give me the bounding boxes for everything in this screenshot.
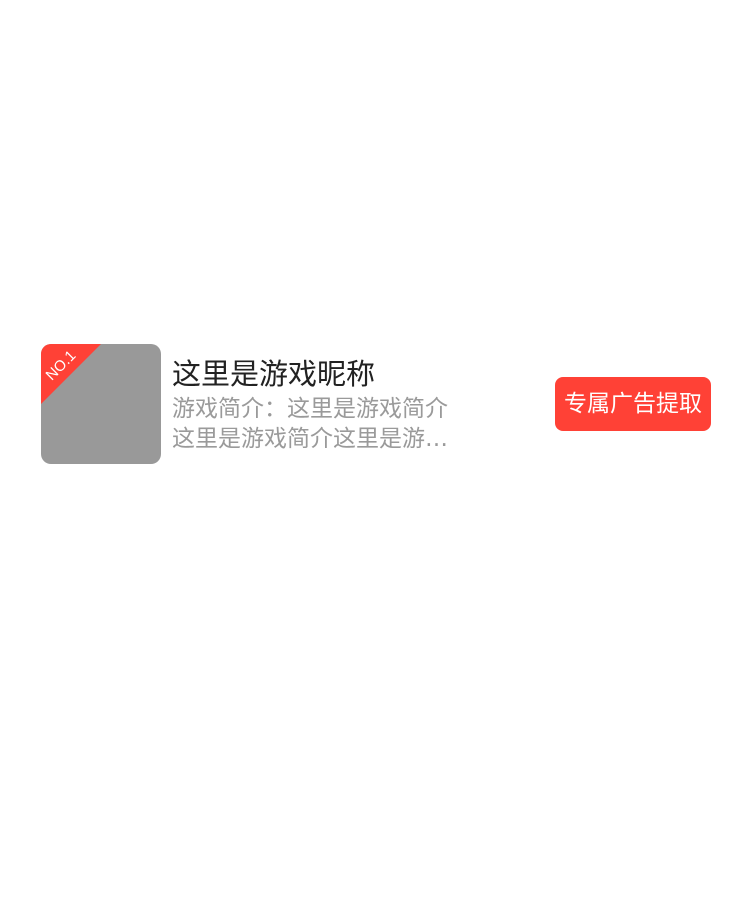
- game-card[interactable]: NO.1 这里是游戏昵称 游戏简介：这里是游戏简介这里是游戏简介这里是游戏简介 …: [41, 344, 711, 464]
- game-thumbnail[interactable]: NO.1: [41, 344, 161, 464]
- game-info: 这里是游戏昵称 游戏简介：这里是游戏简介这里是游戏简介这里是游戏简介: [172, 354, 472, 454]
- game-intro: 游戏简介：这里是游戏简介这里是游戏简介这里是游戏简介: [172, 396, 448, 452]
- game-name: 这里是游戏昵称: [172, 357, 376, 391]
- page: NO.1 这里是游戏昵称 游戏简介：这里是游戏简介这里是游戏简介这里是游戏简介 …: [0, 0, 750, 906]
- claim-ad-button[interactable]: 专属广告提取: [555, 377, 711, 431]
